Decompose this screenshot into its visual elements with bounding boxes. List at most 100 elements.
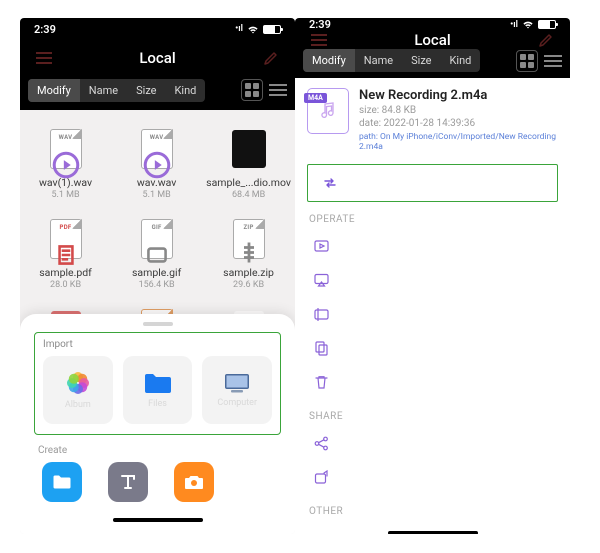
battery-icon [538, 20, 556, 29]
sort-chips: Modify Name Size Kind [28, 79, 205, 102]
sort-name[interactable]: Name [80, 79, 127, 102]
share-export[interactable] [307, 460, 558, 494]
create-row [34, 462, 281, 508]
edit-icon[interactable] [261, 50, 281, 66]
file-size: 5.1 MB [51, 190, 79, 200]
sort-modify[interactable]: Modify [303, 49, 355, 72]
page-title: Local [139, 49, 175, 67]
sort-size[interactable]: Size [402, 49, 440, 72]
phone-left: 2:39 •ıl Local Modify Name Size Kind [20, 18, 295, 534]
file-detail: M4A New Recording 2.m4a size: 84.8 KB da… [295, 78, 570, 534]
rename-icon [313, 306, 330, 323]
import-album-label: Album [65, 400, 91, 410]
list-view-icon[interactable] [544, 55, 562, 67]
text-icon [119, 473, 137, 491]
menu-icon[interactable] [34, 57, 54, 59]
computer-icon [222, 372, 252, 394]
file-item[interactable]: PDF sample.pdf 28.0 KB [20, 210, 111, 300]
file-size: 28.0 KB [50, 280, 81, 290]
import-files-button[interactable]: Files [123, 356, 193, 424]
operate-airplay[interactable] [307, 263, 558, 297]
share-icon [313, 435, 330, 452]
file-item[interactable]: WAV wav.wav 5.1 MB [111, 120, 202, 210]
file-item[interactable]: sample_...dio.mov 68.4 MB [202, 120, 295, 210]
file-item[interactable]: ZIP sample.zip 29.6 KB [202, 210, 295, 300]
share-label: SHARE [309, 411, 558, 422]
folder-icon [52, 474, 72, 490]
home-indicator[interactable] [388, 531, 478, 534]
other-label: OTHER [309, 506, 558, 517]
detail-title: New Recording 2.m4a [359, 88, 558, 103]
airplay-icon [313, 272, 330, 289]
sort-kind[interactable]: Kind [441, 49, 481, 72]
import-box: Import Album Files Computer [34, 332, 281, 435]
status-time: 2:39 [309, 18, 331, 31]
file-size: 156.4 KB [139, 280, 175, 290]
import-album-button[interactable]: Album [43, 356, 113, 424]
sheet-grabber[interactable] [143, 322, 173, 326]
view-controls [241, 79, 287, 101]
status-bar: 2:39 •ıl [295, 18, 570, 31]
convert-icon [322, 175, 338, 191]
sort-size[interactable]: Size [127, 79, 165, 102]
nav-bar: Local [20, 40, 295, 76]
operate-rename[interactable] [307, 297, 558, 331]
trash-icon [313, 374, 330, 391]
operate-label: OPERATE [309, 214, 558, 225]
operate-copy[interactable] [307, 331, 558, 365]
copy-icon [313, 340, 330, 357]
edit-icon[interactable] [536, 32, 556, 48]
view-controls [516, 50, 562, 72]
create-camera-button[interactable] [174, 462, 214, 502]
menu-icon[interactable] [309, 39, 329, 41]
status-bar: 2:39 •ıl [20, 18, 295, 40]
create-text-button[interactable] [108, 462, 148, 502]
nav-bar: Local [295, 31, 570, 49]
detail-date: date: 2022-01-28 14:39:36 [359, 118, 558, 129]
file-name: sample_...dio.mov [206, 176, 291, 189]
page-title: Local [414, 31, 450, 49]
sort-bar: Modify Name Size Kind [20, 76, 295, 110]
file-icon-gif: GIF [138, 216, 176, 262]
file-type-icon: M4A [307, 88, 349, 134]
camera-icon [184, 474, 204, 490]
play-outline-icon [313, 238, 330, 255]
file-size: 29.6 KB [233, 280, 264, 290]
operate-delete[interactable] [307, 365, 558, 399]
file-size: 5.1 MB [143, 190, 171, 200]
share-action[interactable] [307, 426, 558, 460]
file-icon-wav: WAV [138, 126, 176, 172]
status-time: 2:39 [34, 23, 56, 36]
grid-view-icon[interactable] [241, 79, 263, 101]
home-indicator[interactable] [113, 518, 203, 522]
file-size: 68.4 MB [232, 190, 265, 200]
detail-size: size: 84.8 KB [359, 105, 558, 116]
import-computer-label: Computer [217, 398, 257, 408]
import-computer-button[interactable]: Computer [202, 356, 272, 424]
sort-name[interactable]: Name [355, 49, 402, 72]
wifi-icon [247, 25, 259, 34]
file-item[interactable]: GIF sample.gif 156.4 KB [111, 210, 202, 300]
sort-modify[interactable]: Modify [28, 79, 80, 102]
operate-play[interactable] [307, 229, 558, 263]
list-view-icon[interactable] [269, 84, 287, 96]
detail-path[interactable]: path: On My iPhone/iConv/Imported/New Re… [359, 132, 558, 152]
file-type-badge: M4A [304, 93, 327, 103]
file-icon-zip: ZIP [230, 216, 268, 262]
grid-view-icon[interactable] [516, 50, 538, 72]
music-note-icon [318, 101, 338, 121]
folder-icon [143, 371, 173, 395]
import-label: Import [43, 339, 272, 350]
create-folder-button[interactable] [42, 462, 82, 502]
convert-button[interactable] [307, 164, 558, 202]
file-area: WAV wav(1).wav 5.1 MB WAV wav.wav 5.1 MB… [20, 110, 295, 534]
sort-kind[interactable]: Kind [166, 79, 206, 102]
file-item[interactable]: WAV wav(1).wav 5.1 MB [20, 120, 111, 210]
export-icon [313, 469, 330, 486]
status-indicators: •ıl [235, 24, 281, 34]
phone-right: 2:39 •ıl Local Modify Name Size Kind [295, 18, 570, 534]
sort-bar: Modify Name Size Kind [295, 49, 570, 78]
photos-icon [65, 370, 91, 396]
detail-header: M4A New Recording 2.m4a size: 84.8 KB da… [307, 88, 558, 152]
status-indicators: •ıl [510, 20, 556, 30]
